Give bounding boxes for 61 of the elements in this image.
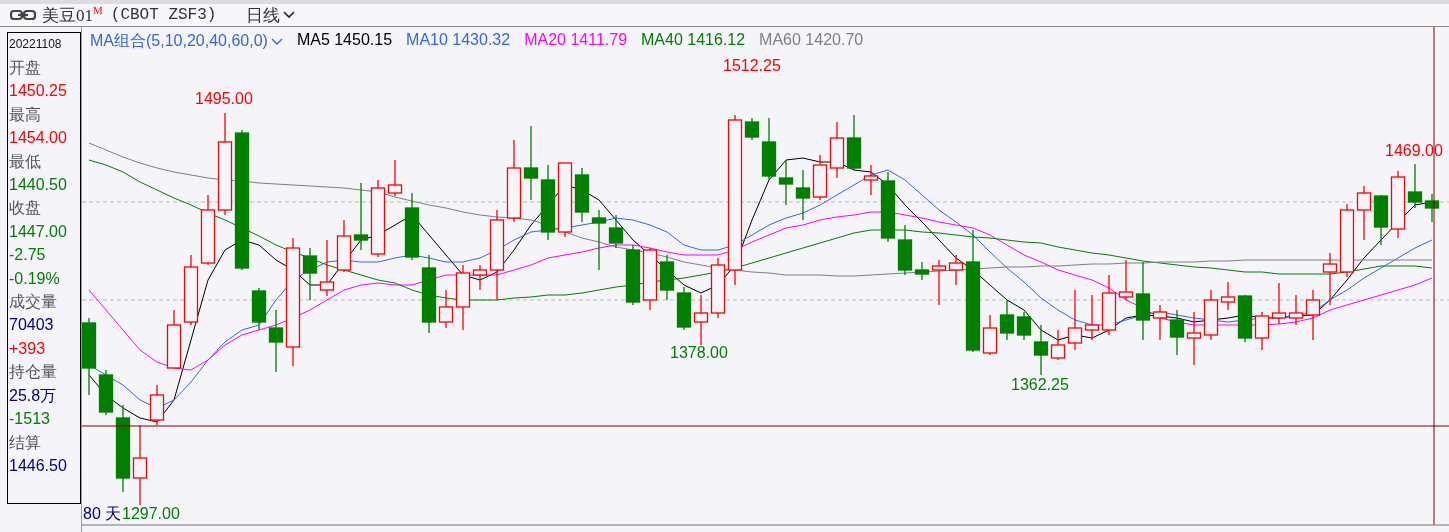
candlestick [829,121,845,179]
candlestick [795,169,811,221]
candlestick [1186,311,1202,366]
field-value: 70403 [9,315,55,336]
date-label: 20221108 [9,36,63,53]
candlestick [1169,309,1185,356]
candlestick [1373,194,1389,246]
candlestick [1356,185,1372,241]
price-label: 1378.00 [670,344,728,362]
moving-average-value: MA60 1420.70 [759,31,864,50]
candlestick [574,167,590,223]
price-label: 1495.00 [195,90,253,108]
candlestick [778,159,794,206]
candlestick [812,154,828,201]
field-value: 1450.25 [9,81,68,102]
candlestick [659,254,675,301]
field-value: 1446.50 [9,455,68,476]
indicator-dropdown[interactable]: MA组合(5,10,20,40,60,0) [90,31,283,52]
field-label: 最高 [9,104,42,125]
field-value: -2.75 [9,245,47,266]
candlestick [999,299,1015,341]
candlestick [353,182,369,251]
field-label: 最低 [9,151,42,172]
field-label: 持仓量 [9,362,58,383]
period-dropdown[interactable]: 日线 [246,3,296,27]
field-label: 结算 [9,432,42,453]
moving-average-value: MA5 1450.15 [296,31,393,50]
candlestick [676,286,692,331]
field-value: +393 [9,338,47,359]
field-label: 收盘 [9,198,42,219]
field-value: -1513 [9,409,51,430]
candlestick [1084,294,1100,341]
chevron-down-icon [283,11,296,19]
moving-average-value: MA40 1416.12 [641,31,746,50]
link-icon[interactable] [10,9,36,21]
candlestick [1322,252,1338,306]
symbol-title: 美豆01$^{M}$ [42,3,103,27]
candlestick [642,247,658,311]
price-label: 1469.00 [1385,142,1443,160]
chevron-down-icon [270,37,283,46]
field-value: -0.19% [9,268,61,289]
candlestick [183,254,199,326]
moving-average-value: MA10 1430.32 [406,31,511,50]
candlestick [1271,282,1287,325]
day-count: 80 天 [83,504,122,524]
field-value: 1440.50 [9,175,68,196]
price-label: 1297.00 [122,505,180,523]
contract-code: (CBOT ZSF3) [110,6,217,24]
field-label: 开盘 [9,58,42,78]
price-label: 1512.25 [723,57,781,75]
candlestick [693,294,709,346]
price-label: 1362.25 [1011,376,1069,394]
moving-average-value: MA20 1411.79 [524,31,628,50]
field-value: 25.8万 [9,385,58,406]
candlestick [166,309,182,369]
candlestick [1254,311,1270,351]
field-value: 1454.00 [9,128,68,149]
field-value: 1447.00 [9,221,68,242]
candlestick [336,219,352,273]
candlestick [319,239,335,297]
field-label: 成交量 [9,292,58,313]
